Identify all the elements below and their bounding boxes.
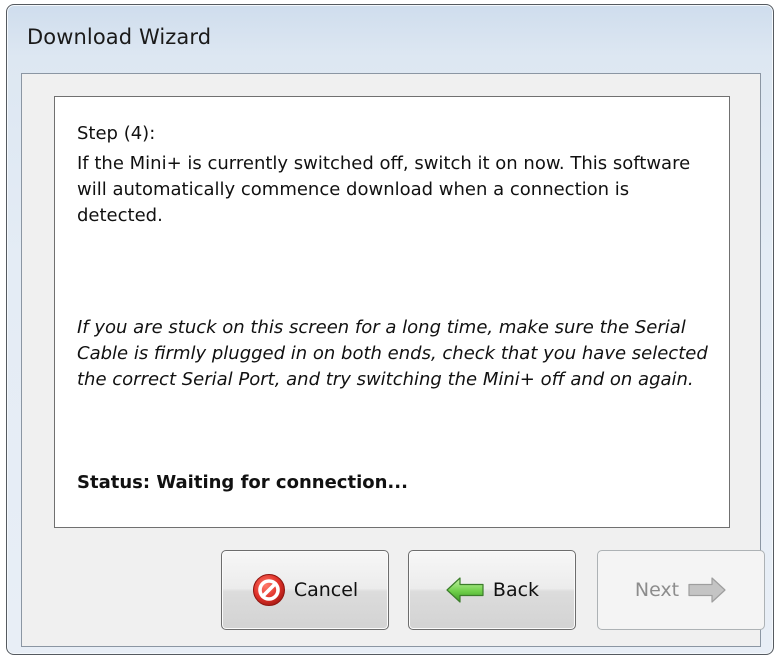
next-button[interactable]: Next bbox=[597, 550, 765, 630]
step-label: Step (4): bbox=[77, 123, 156, 144]
cancel-icon bbox=[252, 573, 286, 607]
left-arrow-icon bbox=[445, 576, 485, 604]
download-wizard-window: Download Wizard Step (4): If the Mini+ i… bbox=[6, 4, 774, 655]
back-button[interactable]: Back bbox=[408, 550, 576, 630]
cancel-button-label: Cancel bbox=[293, 579, 359, 601]
back-button-label: Back bbox=[492, 579, 540, 601]
troubleshooting-hint: If you are stuck on this screen for a lo… bbox=[77, 317, 708, 390]
instructions-text: If the Mini+ is currently switched off, … bbox=[77, 153, 691, 226]
wizard-frame: Step (4): If the Mini+ is currently swit… bbox=[21, 73, 765, 647]
content-panel: Step (4): If the Mini+ is currently swit… bbox=[54, 96, 730, 528]
right-arrow-icon bbox=[687, 576, 727, 604]
status-text: Status: Waiting for connection... bbox=[77, 472, 408, 493]
cancel-button[interactable]: Cancel bbox=[221, 550, 389, 630]
window-title: Download Wizard bbox=[27, 25, 212, 49]
next-button-label: Next bbox=[634, 579, 680, 601]
